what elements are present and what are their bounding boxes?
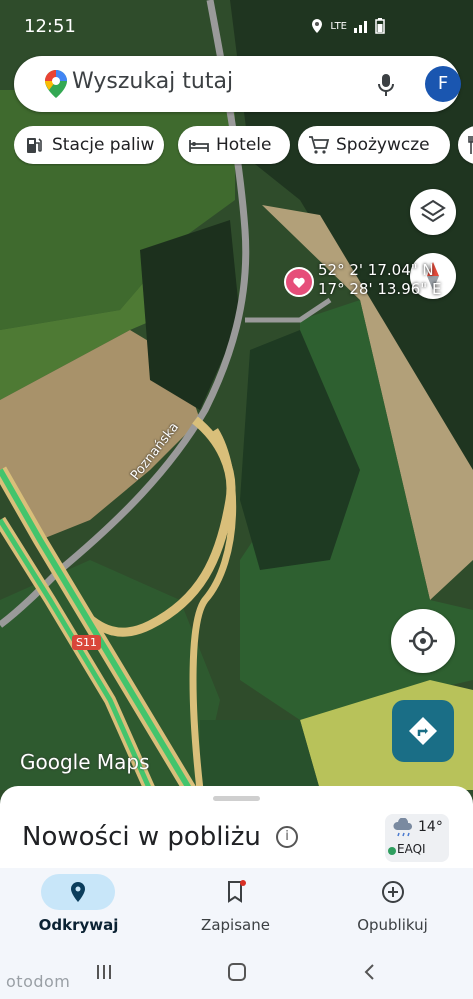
- layers-button[interactable]: [410, 189, 456, 235]
- temperature: 14°: [418, 819, 443, 835]
- road-sign-s11: S11: [72, 635, 101, 650]
- longitude-label: 17° 28' 13.96" E: [318, 280, 442, 298]
- status-icons: LTE: [310, 18, 385, 34]
- directions-icon: [409, 717, 437, 745]
- directions-button[interactable]: [392, 700, 454, 762]
- status-bar: 12:51 LTE: [0, 0, 473, 52]
- bed-icon: [189, 140, 209, 152]
- bookmark-icon: [228, 880, 246, 903]
- back-icon[interactable]: [360, 962, 380, 982]
- search-input[interactable]: Wyszukaj tutaj: [72, 69, 233, 94]
- sheet-drag-handle[interactable]: [213, 796, 260, 801]
- pin-coordinates: 52° 2' 17.04" N 17° 28' 13.96" E: [318, 261, 441, 299]
- system-navigation-bar: [0, 946, 473, 999]
- battery-icon: [375, 18, 385, 34]
- air-quality-dot: [388, 847, 396, 855]
- avatar[interactable]: F: [425, 66, 461, 102]
- google-maps-watermark: Google Maps: [20, 750, 150, 774]
- recents-icon[interactable]: [94, 962, 114, 982]
- info-icon[interactable]: i: [276, 826, 298, 848]
- chip-hotels[interactable]: Hotele: [178, 126, 290, 164]
- home-icon[interactable]: [227, 962, 247, 982]
- tab-label: Opublikuj: [357, 916, 428, 934]
- my-location-button[interactable]: [391, 609, 455, 673]
- layers-icon: [420, 199, 446, 223]
- mic-icon[interactable]: [376, 73, 396, 97]
- sheet-title: Nowości w pobliżu: [22, 822, 261, 852]
- chip-more[interactable]: [458, 126, 473, 164]
- heart-icon: [293, 277, 305, 288]
- chip-groceries[interactable]: Spożywcze: [298, 126, 450, 164]
- chip-label: Stacje paliw: [52, 135, 155, 155]
- signal-icon: [354, 21, 367, 33]
- status-time: 12:51: [24, 16, 76, 37]
- gas-station-icon: [27, 138, 42, 153]
- chip-label: Spożywcze: [336, 135, 430, 155]
- location-pin-icon: [71, 882, 85, 902]
- add-circle-icon: [382, 881, 404, 903]
- bottom-sheet[interactable]: Nowości w pobliżu i 14° EAQI: [0, 786, 473, 868]
- favorite-pin[interactable]: [284, 267, 314, 297]
- location-icon: [312, 19, 323, 33]
- tab-explore[interactable]: Odkrywaj: [0, 868, 157, 946]
- otodom-watermark: otodom: [6, 972, 71, 991]
- google-maps-pin-icon: [45, 70, 67, 98]
- latitude-label: 52° 2' 17.04" N: [318, 261, 434, 279]
- search-bar[interactable]: Wyszukaj tutaj F: [14, 56, 461, 112]
- crosshair-icon: [409, 627, 437, 655]
- restaurant-icon: [468, 136, 473, 154]
- network-label: LTE: [330, 20, 347, 32]
- air-quality-label: EAQI: [397, 842, 426, 856]
- category-chips: Stacje paliw Hotele Spożywcze: [14, 126, 473, 166]
- tab-label: Odkrywaj: [38, 916, 119, 934]
- weather-rain-icon: [393, 818, 412, 837]
- tab-saved[interactable]: Zapisane: [157, 868, 314, 946]
- bottom-navigation: Odkrywaj Zapisane Opublikuj: [0, 868, 473, 946]
- chip-gas-stations[interactable]: Stacje paliw: [14, 126, 164, 164]
- tab-contribute[interactable]: Opublikuj: [314, 868, 471, 946]
- cart-icon: [309, 136, 330, 154]
- tab-label: Zapisane: [201, 916, 270, 934]
- chip-label: Hotele: [216, 135, 272, 155]
- weather-widget[interactable]: 14° EAQI: [385, 814, 449, 862]
